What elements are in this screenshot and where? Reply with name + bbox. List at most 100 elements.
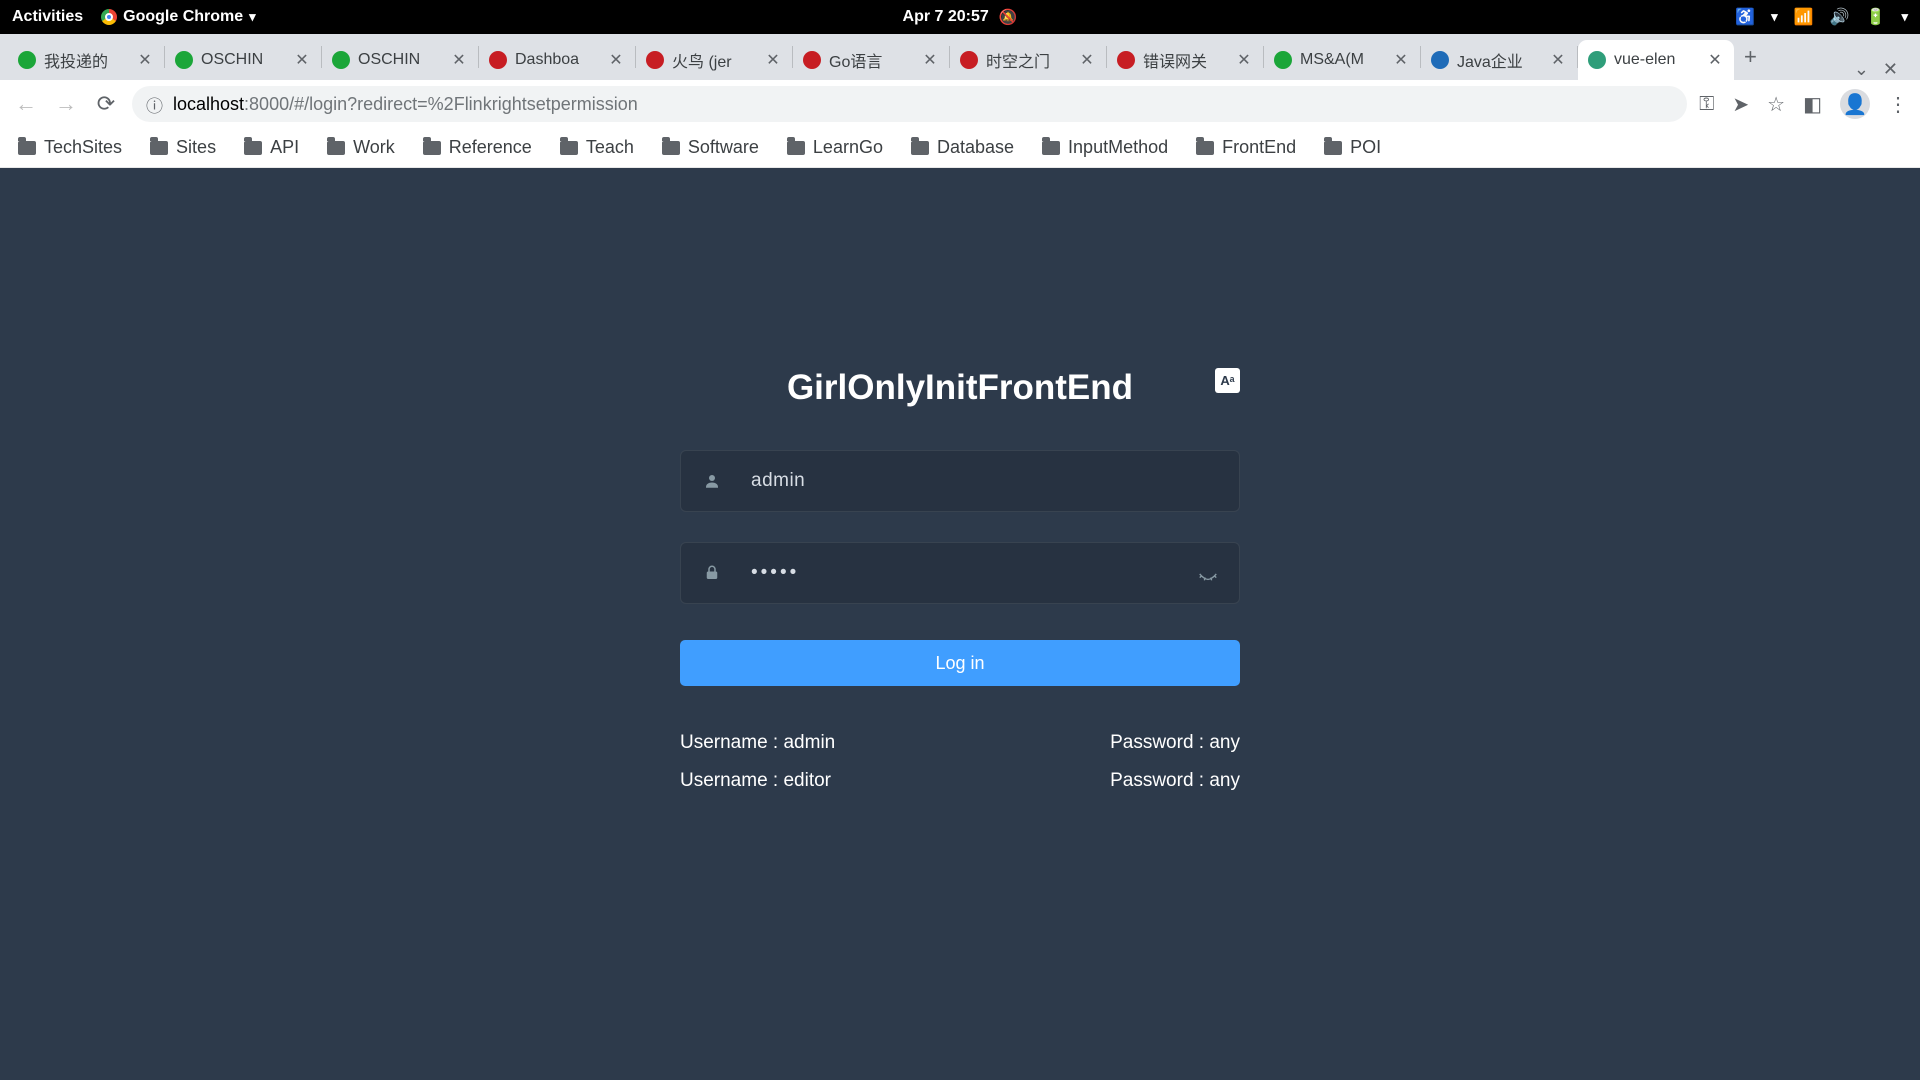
- close-tab-icon[interactable]: ✕: [764, 50, 782, 70]
- close-tab-icon[interactable]: ✕: [607, 50, 625, 70]
- favicon: [175, 51, 193, 69]
- bookmark-folder[interactable]: Sites: [150, 137, 216, 158]
- bookmark-label: API: [270, 137, 299, 158]
- browser-tab[interactable]: 我投递的✕: [8, 40, 164, 80]
- favicon: [1431, 51, 1449, 69]
- favicon: [332, 51, 350, 69]
- back-button[interactable]: ←: [12, 91, 40, 117]
- bookmark-folder[interactable]: InputMethod: [1042, 137, 1168, 158]
- wifi-icon: 📶: [1794, 7, 1814, 27]
- password-field[interactable]: [680, 542, 1240, 604]
- window-close-icon[interactable]: ✕: [1883, 59, 1898, 80]
- favicon: [18, 51, 36, 69]
- battery-icon: 🔋: [1866, 7, 1886, 27]
- folder-icon: [787, 141, 805, 155]
- favicon: [960, 51, 978, 69]
- browser-tab[interactable]: Go语言 ✕: [793, 40, 949, 80]
- browser-tab[interactable]: vue-elen✕: [1578, 40, 1734, 80]
- folder-icon: [18, 141, 36, 155]
- tab-title: MS&A(M: [1300, 51, 1384, 69]
- browser-tab[interactable]: Java企业✕: [1421, 40, 1577, 80]
- page-content: Aᵃ GirlOnlyInitFrontEnd Log in: [0, 168, 1920, 1080]
- system-tray[interactable]: ♿ ▾ 📶 🔊 🔋 ▾: [1735, 7, 1908, 27]
- bookmark-label: InputMethod: [1068, 137, 1168, 158]
- chevron-down-icon: ▾: [249, 9, 256, 25]
- tab-search-icon[interactable]: ⌄: [1854, 59, 1869, 80]
- password-input[interactable]: [729, 562, 1197, 584]
- close-tab-icon[interactable]: ✕: [921, 50, 939, 70]
- favicon: [803, 51, 821, 69]
- close-tab-icon[interactable]: ✕: [293, 50, 311, 70]
- url-text: localhost:8000/#/login?redirect=%2Flinkr…: [173, 94, 638, 115]
- folder-icon: [1042, 141, 1060, 155]
- login-button[interactable]: Log in: [680, 640, 1240, 686]
- bookmark-folder[interactable]: Software: [662, 137, 759, 158]
- tab-title: Dashboa: [515, 51, 599, 69]
- reload-button[interactable]: ⟳: [92, 91, 120, 117]
- bookmark-folder[interactable]: LearnGo: [787, 137, 883, 158]
- site-info-icon[interactable]: ⓘ: [146, 92, 163, 117]
- hint-text: Username : admin: [680, 724, 835, 762]
- browser-tab[interactable]: OSCHIN ✕: [165, 40, 321, 80]
- bookmark-label: Database: [937, 137, 1014, 158]
- browser-tab[interactable]: 错误网关✕: [1107, 40, 1263, 80]
- sidepanel-icon[interactable]: ◧: [1803, 92, 1822, 117]
- bookmark-folder[interactable]: Database: [911, 137, 1014, 158]
- bookmark-folder[interactable]: API: [244, 137, 299, 158]
- bookmark-label: Sites: [176, 137, 216, 158]
- bookmark-folder[interactable]: FrontEnd: [1196, 137, 1296, 158]
- bookmark-label: POI: [1350, 137, 1381, 158]
- address-bar[interactable]: ⓘ localhost:8000/#/login?redirect=%2Flin…: [132, 86, 1687, 122]
- favicon: [489, 51, 507, 69]
- browser-tab[interactable]: MS&A(M ✕: [1264, 40, 1420, 80]
- chrome-icon: [101, 9, 117, 25]
- close-tab-icon[interactable]: ✕: [1078, 50, 1096, 70]
- activities-button[interactable]: Activities: [12, 8, 83, 26]
- close-tab-icon[interactable]: ✕: [1706, 50, 1724, 70]
- bookmark-label: Software: [688, 137, 759, 158]
- browser-tab[interactable]: Dashboa ✕: [479, 40, 635, 80]
- tab-strip: 我投递的✕OSCHIN✕OSCHIN✕Dashboa✕火鸟 (jer✕Go语言✕…: [0, 34, 1920, 80]
- clock[interactable]: Apr 7 20:57 🔕: [903, 8, 1018, 26]
- chrome-menu-icon[interactable]: ⋮: [1888, 92, 1908, 117]
- app-menu[interactable]: Google Chrome ▾: [101, 8, 256, 26]
- bookmarks-bar: TechSites Sites API Work Reference Teach Softw…: [0, 128, 1920, 168]
- folder-icon: [560, 141, 578, 155]
- bookmark-folder[interactable]: Work: [327, 137, 395, 158]
- folder-icon: [423, 141, 441, 155]
- bookmark-folder[interactable]: TechSites: [18, 137, 122, 158]
- bookmark-folder[interactable]: Reference: [423, 137, 532, 158]
- profile-avatar[interactable]: 👤: [1840, 89, 1870, 119]
- tab-title: OSCHIN: [201, 51, 285, 69]
- accessibility-icon: ♿: [1735, 7, 1755, 27]
- send-icon[interactable]: ➤: [1732, 92, 1749, 117]
- close-tab-icon[interactable]: ✕: [1235, 50, 1253, 70]
- folder-icon: [150, 141, 168, 155]
- favicon: [646, 51, 664, 69]
- favicon: [1588, 51, 1606, 69]
- close-tab-icon[interactable]: ✕: [136, 50, 154, 70]
- close-tab-icon[interactable]: ✕: [450, 50, 468, 70]
- bookmark-label: LearnGo: [813, 137, 883, 158]
- close-tab-icon[interactable]: ✕: [1392, 50, 1410, 70]
- bookmark-star-icon[interactable]: ☆: [1767, 92, 1785, 117]
- bookmark-folder[interactable]: Teach: [560, 137, 634, 158]
- bookmark-folder[interactable]: POI: [1324, 137, 1381, 158]
- folder-icon: [244, 141, 262, 155]
- chevron-down-icon: ▾: [1771, 9, 1778, 25]
- credential-hints: Username : admin Username : editor Passw…: [680, 724, 1240, 800]
- hint-text: Password : any: [1110, 724, 1240, 762]
- browser-tab[interactable]: OSCHIN✕: [322, 40, 478, 80]
- login-form: GirlOnlyInitFrontEnd Log in Username : a…: [680, 368, 1240, 800]
- eye-closed-icon[interactable]: [1197, 562, 1219, 584]
- tab-title: Go语言: [829, 48, 913, 72]
- username-field[interactable]: [680, 450, 1240, 512]
- new-tab-button[interactable]: +: [1744, 44, 1757, 70]
- tab-title: 时空之门: [986, 48, 1070, 72]
- browser-tab[interactable]: 火鸟 (jer✕: [636, 40, 792, 80]
- forward-button[interactable]: →: [52, 91, 80, 117]
- browser-tab[interactable]: 时空之门 ✕: [950, 40, 1106, 80]
- passwords-icon[interactable]: ⚿: [1699, 93, 1714, 116]
- close-tab-icon[interactable]: ✕: [1549, 50, 1567, 70]
- username-input[interactable]: [729, 470, 1219, 492]
